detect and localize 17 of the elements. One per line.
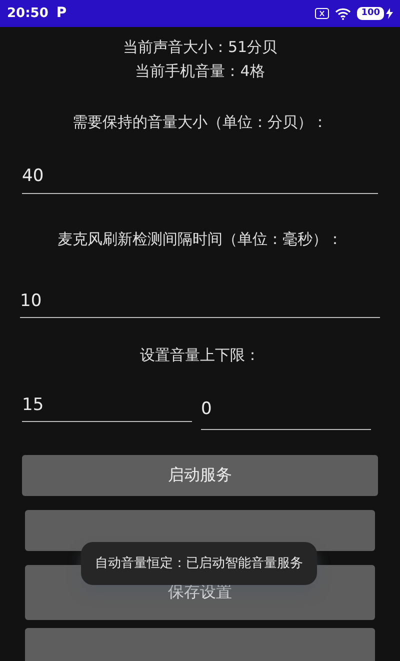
field-label: 需要保持的音量大小（单位：分贝）： — [72, 112, 328, 133]
battery-icon: 100 — [357, 7, 384, 20]
status-time: 20:50 — [7, 4, 48, 23]
field-label: 设置音量上下限： — [139, 345, 261, 366]
info-text: 当前手机音量：4格 — [135, 61, 265, 82]
input-field[interactable]: 10 — [20, 284, 380, 318]
input-field[interactable]: 40 — [22, 160, 378, 194]
field-label: 麦克风刷新检测间隔时间（单位：毫秒）： — [56, 228, 344, 250]
input-field[interactable]: 0 — [201, 388, 371, 430]
sim-icon — [315, 8, 330, 19]
input-field[interactable]: 15 — [22, 388, 192, 422]
status-toast: 自动音量恒定：已启动智能音量服务 — [81, 542, 317, 585]
action-button[interactable]: 启动服务 — [22, 454, 378, 496]
info-text: 当前声音大小：51分贝 — [122, 37, 278, 58]
notification-icon: P — [56, 3, 67, 24]
charging-icon — [386, 8, 393, 19]
wifi-icon — [335, 8, 352, 20]
